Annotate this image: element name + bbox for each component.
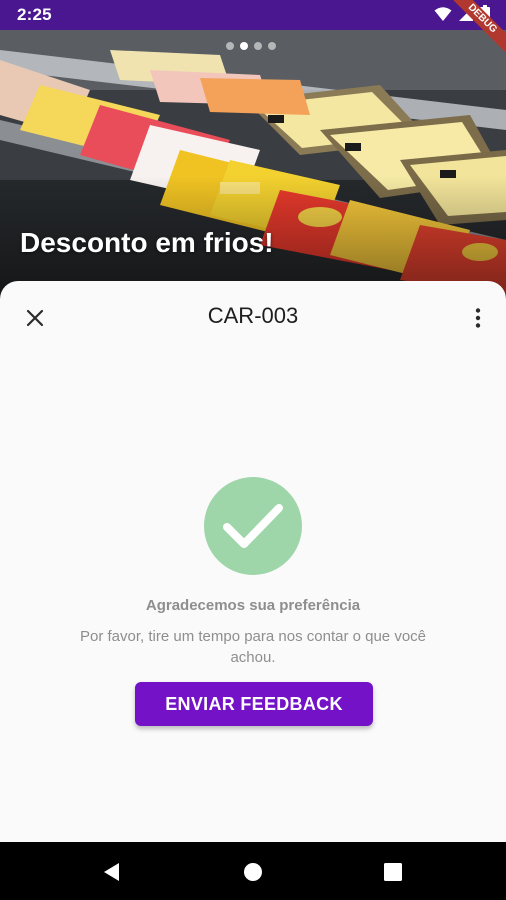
sheet-title: CAR-003 (207, 303, 299, 328)
status-bar: 2:25 DEBUG (0, 0, 506, 60)
nav-home-button[interactable] (241, 860, 265, 884)
thanks-message: Agradecemos sua preferência (145, 597, 361, 614)
check-icon (223, 504, 283, 548)
back-icon (104, 863, 119, 881)
nav-recents-button[interactable] (381, 860, 405, 884)
feedback-prompt: Por favor, tire um tempo para nos contar… (79, 628, 427, 666)
success-badge (204, 477, 302, 575)
feedback-sheet: CAR-003 Agradecemos sua preferência Por … (0, 281, 506, 842)
carousel-dot[interactable] (268, 42, 276, 50)
promo-banner[interactable]: Desconto em frios! (0, 30, 506, 295)
home-icon (244, 863, 262, 881)
banner-title: Desconto em frios! (20, 227, 274, 258)
send-feedback-button[interactable]: ENVIAR FEEDBACK (135, 682, 373, 726)
carousel-dot-active[interactable] (240, 42, 248, 50)
carousel-dot[interactable] (254, 42, 262, 50)
wifi-icon (434, 6, 452, 27)
carousel-dot[interactable] (226, 42, 234, 50)
recents-icon (384, 863, 402, 881)
carousel-indicator (226, 42, 276, 50)
nav-back-button[interactable] (100, 860, 124, 884)
system-nav-bar (0, 842, 506, 900)
more-options-button[interactable] (466, 303, 490, 333)
more-vertical-icon (475, 308, 481, 328)
status-time: 2:25 (17, 5, 52, 24)
